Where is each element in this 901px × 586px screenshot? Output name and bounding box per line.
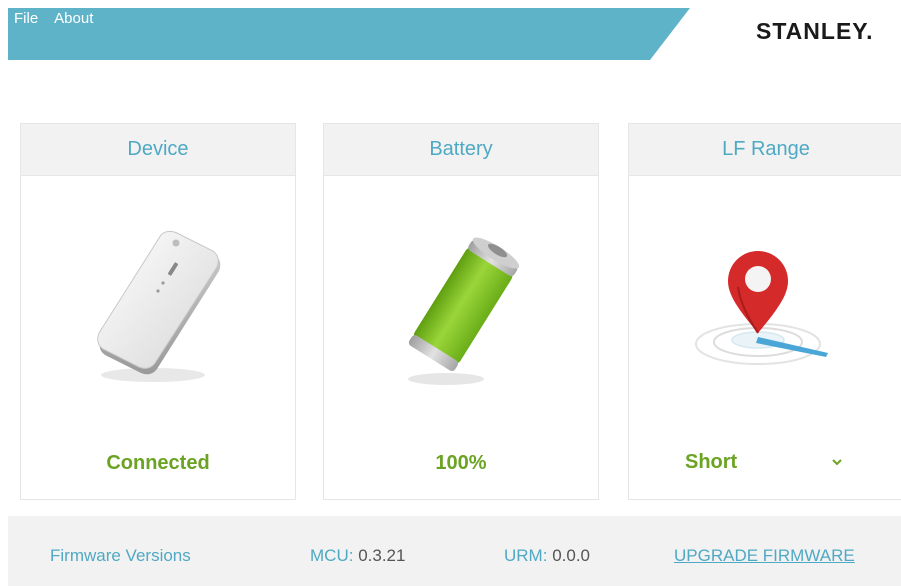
lf-range-image [629,184,901,434]
device-card-title: Device [127,138,189,160]
menu-about[interactable]: About [54,10,93,27]
mcu-value: 0.3.21 [358,546,406,565]
lf-range-select[interactable]: Short [629,442,901,482]
location-pin-icon [695,251,828,365]
device-tag-icon [97,230,221,382]
menu-bar: File About [14,10,93,27]
battery-card-title: Battery [429,138,493,160]
upgrade-firmware-link[interactable]: UPGRADE FIRMWARE [674,546,855,566]
urm-label: URM: [504,546,548,565]
battery-card-header: Battery [324,124,598,176]
urm-version: URM: 0.0.0 [504,546,590,566]
battery-icon [408,237,520,385]
device-card: Device Connected [20,123,296,500]
lf-range-card-title: LF Range [722,138,810,160]
urm-value: 0.0.0 [552,546,590,565]
header-band [8,8,690,60]
device-card-header: Device [21,124,295,176]
firmware-versions-label: Firmware Versions [50,546,191,565]
lf-range-value: Short [685,450,738,473]
battery-status: 100% [435,452,487,474]
mcu-version: MCU: 0.3.21 [310,546,405,566]
chevron-down-icon [832,459,842,466]
menu-file[interactable]: File [14,10,38,27]
battery-image [324,184,598,434]
mcu-label: MCU: [310,546,354,565]
lf-range-card-header: LF Range [629,124,901,176]
device-image [21,184,295,434]
app-header: File About STANLEY. [0,0,901,62]
battery-card: Battery 100% [323,123,599,500]
lf-range-card: LF Range Short [628,123,901,500]
device-status: Connected [106,452,210,474]
firmware-footer: Firmware Versions MCU: 0.3.21 URM: 0.0.0… [8,516,901,586]
stanley-logo: STANLEY. [756,18,874,44]
